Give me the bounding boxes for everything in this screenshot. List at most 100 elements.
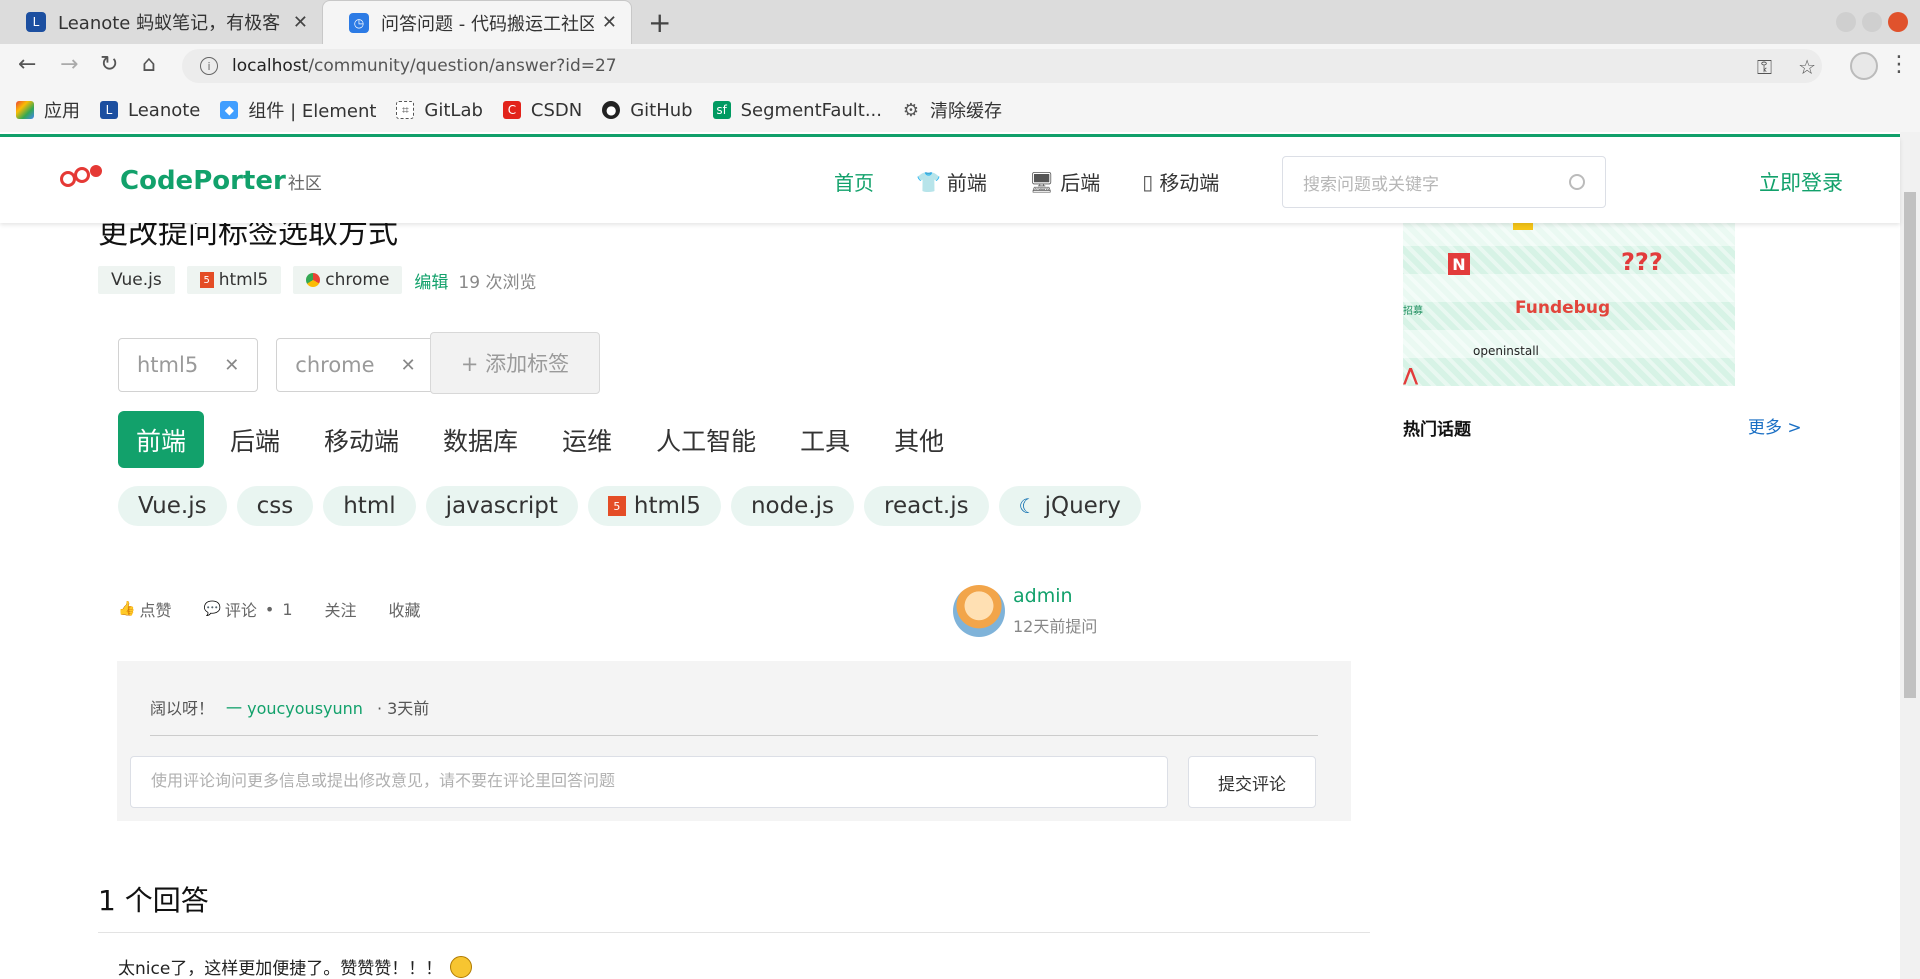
sponsor-banner[interactable]: N ??? 招募 Fundebug openinstall ⋀ — [1403, 222, 1735, 386]
author-name[interactable]: admin — [1013, 585, 1097, 607]
comment-count: 1 — [282, 599, 293, 619]
search-input[interactable]: 搜索问题或关键字 — [1282, 156, 1606, 208]
more-menu-icon[interactable]: ⋮ — [1888, 52, 1910, 77]
comment-user[interactable]: 一 youcyousyunn — [226, 695, 363, 719]
html5-icon: 5 — [199, 272, 214, 288]
search-icon[interactable] — [1569, 174, 1585, 190]
nav-home[interactable]: 首页 — [834, 167, 874, 196]
subtag-option[interactable]: 5 html5 — [587, 486, 721, 526]
category-tab[interactable]: 其他 — [876, 411, 962, 468]
question-actions: 👍 点赞 💬 评论 • 1 关注 收藏 — [118, 597, 453, 621]
avatar[interactable] — [953, 585, 1005, 637]
remove-tag-icon[interactable]: ✕ — [224, 355, 239, 376]
comment-item: 阔以呀！ 一 youcyousyunn · 3天前 — [150, 695, 429, 719]
subtag-option[interactable]: node.js — [730, 486, 855, 526]
subtag-option[interactable]: css — [236, 486, 314, 526]
star-icon[interactable]: ☆ — [1798, 55, 1816, 79]
new-tab-icon[interactable]: + — [648, 6, 671, 39]
scrollbar-thumb[interactable] — [1904, 192, 1916, 698]
subtag-option[interactable]: Vue.js — [118, 486, 227, 526]
selected-tags: html5 ✕ chrome ✕ — [118, 338, 453, 392]
comment-input[interactable]: 使用评论询问更多信息或提出修改意见，请不要在评论里回答问题 — [130, 756, 1168, 808]
selected-tag-label: chrome — [295, 353, 375, 377]
brand-name: CodePorter — [120, 166, 286, 196]
brand-sub: 社区 — [287, 173, 322, 194]
add-tag-button[interactable]: + 添加标签 — [430, 332, 600, 394]
subtag-option[interactable]: ☾ jQuery — [998, 486, 1141, 526]
tag-vuejs[interactable]: Vue.js — [98, 266, 175, 294]
subtag-option[interactable]: javascript — [425, 486, 578, 526]
leanote-icon: L — [100, 101, 118, 119]
profile-avatar[interactable] — [1850, 52, 1878, 80]
bookmark-label: 组件 | Element — [248, 101, 377, 122]
browser-tab-active[interactable]: ◷ 问答问题 - 代码搬运工社区 ✕ — [322, 0, 632, 44]
site-logo[interactable]: CodePorter 社区 — [60, 165, 322, 197]
subtag-option[interactable]: react.js — [864, 486, 989, 526]
more-link[interactable]: 更多 > — [1748, 413, 1802, 438]
banner-question-marks: ??? — [1621, 248, 1663, 276]
smile-emoji-icon — [450, 955, 473, 978]
bookmark-csdn[interactable]: C CSDN — [502, 99, 583, 121]
banner-decoration — [1513, 222, 1533, 230]
nav-mobile[interactable]: ▯ 移动端 — [1142, 167, 1219, 196]
bookmark-apps[interactable]: 应用 — [16, 97, 80, 123]
tag-chrome[interactable]: chrome — [293, 266, 403, 294]
login-link[interactable]: 立即登录 — [1759, 167, 1843, 197]
site-header: CodePorter 社区 首页 👕 前端 🖥 后端 ▯ 移动端 搜索问题或关键… — [0, 137, 1900, 223]
view-count: 19 次浏览 — [458, 272, 537, 293]
category-tab[interactable]: 后端 — [212, 411, 298, 468]
key-icon[interactable]: ⚿ — [1757, 55, 1772, 79]
bookmark-element[interactable]: ◆ 组件 | Element — [220, 97, 376, 123]
like-button[interactable]: 👍 点赞 — [118, 597, 171, 621]
maximize-icon[interactable] — [1862, 12, 1882, 32]
remove-tag-icon[interactable]: ✕ — [401, 355, 416, 376]
category-tab[interactable]: 人工智能 — [638, 411, 774, 468]
category-tab[interactable]: 前端 — [118, 411, 205, 468]
browser-tab-leanote[interactable]: L Leanote 蚂蚁笔记，有极客 ✕ — [0, 0, 322, 44]
category-tab[interactable]: 运维 — [544, 411, 630, 468]
info-icon[interactable]: i — [200, 57, 218, 75]
selected-tag-html5: html5 ✕ — [118, 338, 259, 392]
comment-button[interactable]: 💬 评论 • 1 — [203, 597, 292, 621]
subtag-label: node.js — [750, 493, 835, 519]
arrow-logo-icon: ⋀ — [1403, 365, 1419, 386]
subtag-label: jQuery — [1044, 493, 1121, 519]
bookmark-segmentfault[interactable]: sf SegmentFault... — [712, 100, 882, 121]
question-author: admin 12天前提问 — [953, 585, 1097, 637]
nav-frontend[interactable]: 👕 前端 — [916, 167, 987, 196]
minimize-icon[interactable] — [1836, 12, 1856, 32]
tab-close-icon[interactable]: ✕ — [293, 12, 308, 33]
bookmark-gitlab[interactable]: ⌗ GitLab — [396, 100, 483, 121]
gear-icon: ⚙ — [902, 99, 920, 121]
page-scrollbar[interactable] — [1900, 132, 1920, 979]
subtag-option[interactable]: html — [323, 486, 416, 526]
author-time: 12天前提问 — [1013, 617, 1098, 636]
bookmarks-bar: 应用 L Leanote ◆ 组件 | Element ⌗ GitLab C C… — [0, 88, 1920, 132]
category-tab[interactable]: 移动端 — [306, 411, 417, 468]
bookmark-github[interactable]: ● GitHub — [602, 100, 693, 121]
address-bar[interactable]: i localhost /community/question/answer?i… — [182, 49, 1822, 83]
tag-html5[interactable]: 5 html5 — [186, 266, 282, 294]
tab-title: Leanote 蚂蚁笔记，有极客 — [58, 13, 281, 34]
nav-backend[interactable]: 🖥 后端 — [1029, 167, 1100, 196]
follow-button[interactable]: 关注 — [325, 597, 357, 621]
reload-icon[interactable]: ↻ — [100, 52, 118, 77]
subtag-label: react.js — [884, 493, 969, 519]
category-tab[interactable]: 数据库 — [425, 411, 536, 468]
bookmark-label: CSDN — [530, 99, 583, 121]
bookmark-leanote[interactable]: L Leanote — [100, 100, 200, 121]
favorite-button[interactable]: 收藏 — [389, 597, 421, 621]
server-icon: 🖥 — [1028, 169, 1055, 194]
bookmark-label: GitLab — [424, 99, 483, 121]
edit-link[interactable]: 编辑 — [414, 268, 448, 293]
submit-comment-button[interactable]: 提交评论 — [1188, 756, 1316, 808]
category-tab[interactable]: 工具 — [782, 411, 868, 468]
back-icon[interactable]: ← — [18, 52, 36, 77]
close-window-icon[interactable] — [1888, 12, 1908, 32]
forward-icon[interactable]: → — [60, 52, 78, 77]
tab-close-icon[interactable]: ✕ — [602, 12, 617, 33]
bookmark-clear-cache[interactable]: ⚙ 清除缓存 — [902, 97, 1002, 123]
subtag-label: Vue.js — [138, 493, 207, 519]
home-icon[interactable]: ⌂ — [142, 52, 156, 77]
like-label: 点赞 — [139, 601, 172, 620]
